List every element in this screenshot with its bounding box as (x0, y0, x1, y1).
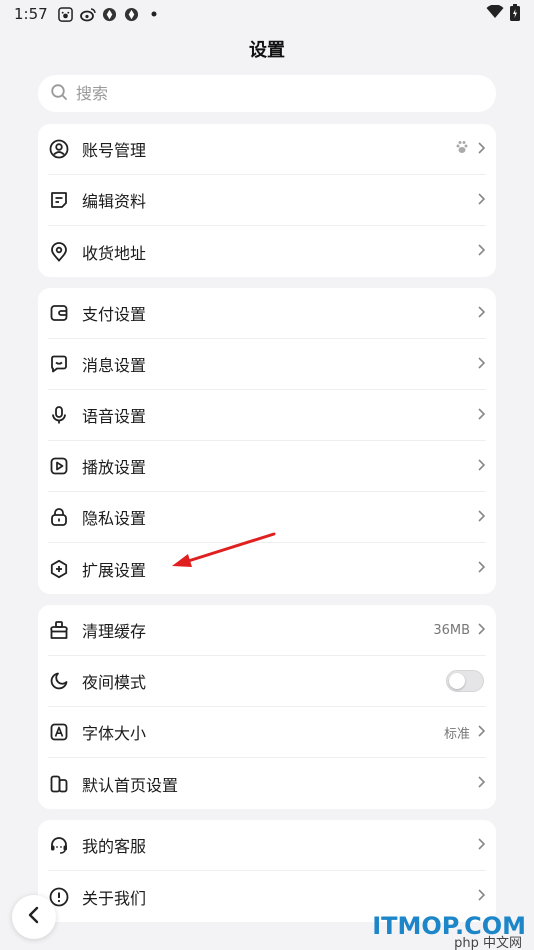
clean-icon (48, 619, 70, 641)
page-title: 设置 (249, 40, 285, 61)
chevron-right-icon (476, 191, 486, 210)
settings-item-label: 清理缓存 (82, 622, 147, 641)
settings-item-default-home[interactable]: 默认首页设置 (48, 758, 486, 809)
settings-item-label: 字体大小 (82, 724, 147, 743)
settings-item-account[interactable]: 账号管理 (48, 124, 486, 175)
settings-item-address[interactable]: 收货地址 (48, 226, 486, 277)
battery-icon (510, 3, 520, 25)
settings-item-label: 消息设置 (82, 356, 147, 375)
extension-icon (48, 558, 70, 580)
dot-icon (146, 6, 162, 22)
user-icon (48, 138, 70, 160)
settings-item-payment[interactable]: 支付设置 (48, 288, 486, 339)
row-right (476, 304, 486, 323)
settings-item-label: 编辑资料 (82, 192, 147, 211)
font-size-value: 标准 (443, 726, 470, 742)
settings-item-label: 我的客服 (82, 837, 147, 856)
row-right: 36MB (433, 621, 486, 640)
row-right (476, 355, 486, 374)
row-right (476, 508, 486, 527)
settings-item-label: 默认首页设置 (82, 775, 179, 795)
settings-item-edit-profile[interactable]: 编辑资料 (48, 175, 486, 226)
microphone-icon (48, 404, 70, 426)
weibo-icon (79, 6, 96, 22)
row-right (454, 139, 486, 159)
chevron-right-icon (476, 723, 486, 742)
app-icon (124, 6, 140, 22)
row-right (476, 887, 486, 906)
baidu-paw-icon (454, 139, 470, 159)
chevron-right-icon (476, 621, 486, 640)
settings-item-label: 隐私设置 (82, 509, 147, 528)
cache-size-value: 36MB (433, 622, 470, 638)
chevron-right-icon (476, 774, 486, 793)
settings-item-label: 支付设置 (82, 305, 147, 324)
status-bar: 1:57 (0, 0, 534, 28)
chevron-right-icon (476, 887, 486, 906)
watermark-sub: php 中文网 (454, 936, 522, 950)
night-mode-toggle[interactable] (446, 670, 484, 692)
wallet-icon (48, 302, 70, 324)
chevron-right-icon (476, 304, 486, 323)
chevron-right-icon (476, 559, 486, 578)
headset-icon (48, 834, 70, 856)
home-icon (48, 773, 70, 795)
chevron-right-icon (476, 355, 486, 374)
settings-group-account: 账号管理 编辑资料 收货地址 (38, 124, 496, 277)
settings-item-voice[interactable]: 语音设置 (48, 390, 486, 441)
row-right (476, 191, 486, 210)
lock-icon (48, 506, 70, 528)
settings-group-support: 我的客服 关于我们 (38, 820, 496, 922)
row-right (476, 836, 486, 855)
settings-group-general: 清理缓存 36MB 夜间模式 字体大小 标准 默认首页设置 (38, 605, 496, 809)
location-icon (48, 241, 70, 263)
settings-item-label: 关于我们 (82, 888, 147, 908)
chevron-right-icon (476, 140, 486, 159)
chevron-right-icon (476, 508, 486, 527)
status-time: 1:57 (14, 5, 48, 23)
settings-item-message[interactable]: 消息设置 (48, 339, 486, 390)
settings-item-clear-cache[interactable]: 清理缓存 36MB (48, 605, 486, 656)
search-bar[interactable] (38, 75, 496, 112)
message-icon (48, 353, 70, 375)
annotation-arrow (172, 532, 276, 567)
play-icon (48, 455, 70, 477)
search-input[interactable] (76, 84, 456, 103)
status-right (486, 3, 520, 25)
settings-item-label: 播放设置 (82, 458, 147, 477)
settings-item-label: 账号管理 (82, 141, 147, 160)
settings-item-font-size[interactable]: 字体大小 标准 (48, 707, 486, 758)
row-right (446, 670, 486, 692)
edit-icon (48, 189, 70, 211)
search-icon (50, 83, 68, 105)
chevron-right-icon (476, 406, 486, 425)
app-icon (102, 6, 118, 22)
settings-item-customer-service[interactable]: 我的客服 (48, 820, 486, 871)
settings-item-label: 扩展设置 (82, 560, 147, 580)
settings-item-label: 夜间模式 (82, 673, 147, 692)
row-right (476, 559, 486, 578)
chevron-right-icon (476, 836, 486, 855)
settings-item-night-mode[interactable]: 夜间模式 (48, 656, 486, 707)
moon-icon (48, 670, 70, 692)
chevron-left-icon (27, 905, 41, 929)
settings-item-label: 收货地址 (82, 243, 147, 263)
row-right (476, 457, 486, 476)
baidu-icon (58, 6, 74, 22)
row-right: 标准 (444, 723, 486, 742)
back-button[interactable] (12, 895, 56, 939)
settings-item-playback[interactable]: 播放设置 (48, 441, 486, 492)
chevron-right-icon (476, 457, 486, 476)
row-right (476, 774, 486, 793)
font-icon (48, 721, 70, 743)
row-right (476, 406, 486, 425)
row-right (476, 242, 486, 261)
wifi-icon (486, 4, 504, 23)
settings-item-label: 语音设置 (82, 407, 147, 426)
chevron-right-icon (476, 242, 486, 261)
